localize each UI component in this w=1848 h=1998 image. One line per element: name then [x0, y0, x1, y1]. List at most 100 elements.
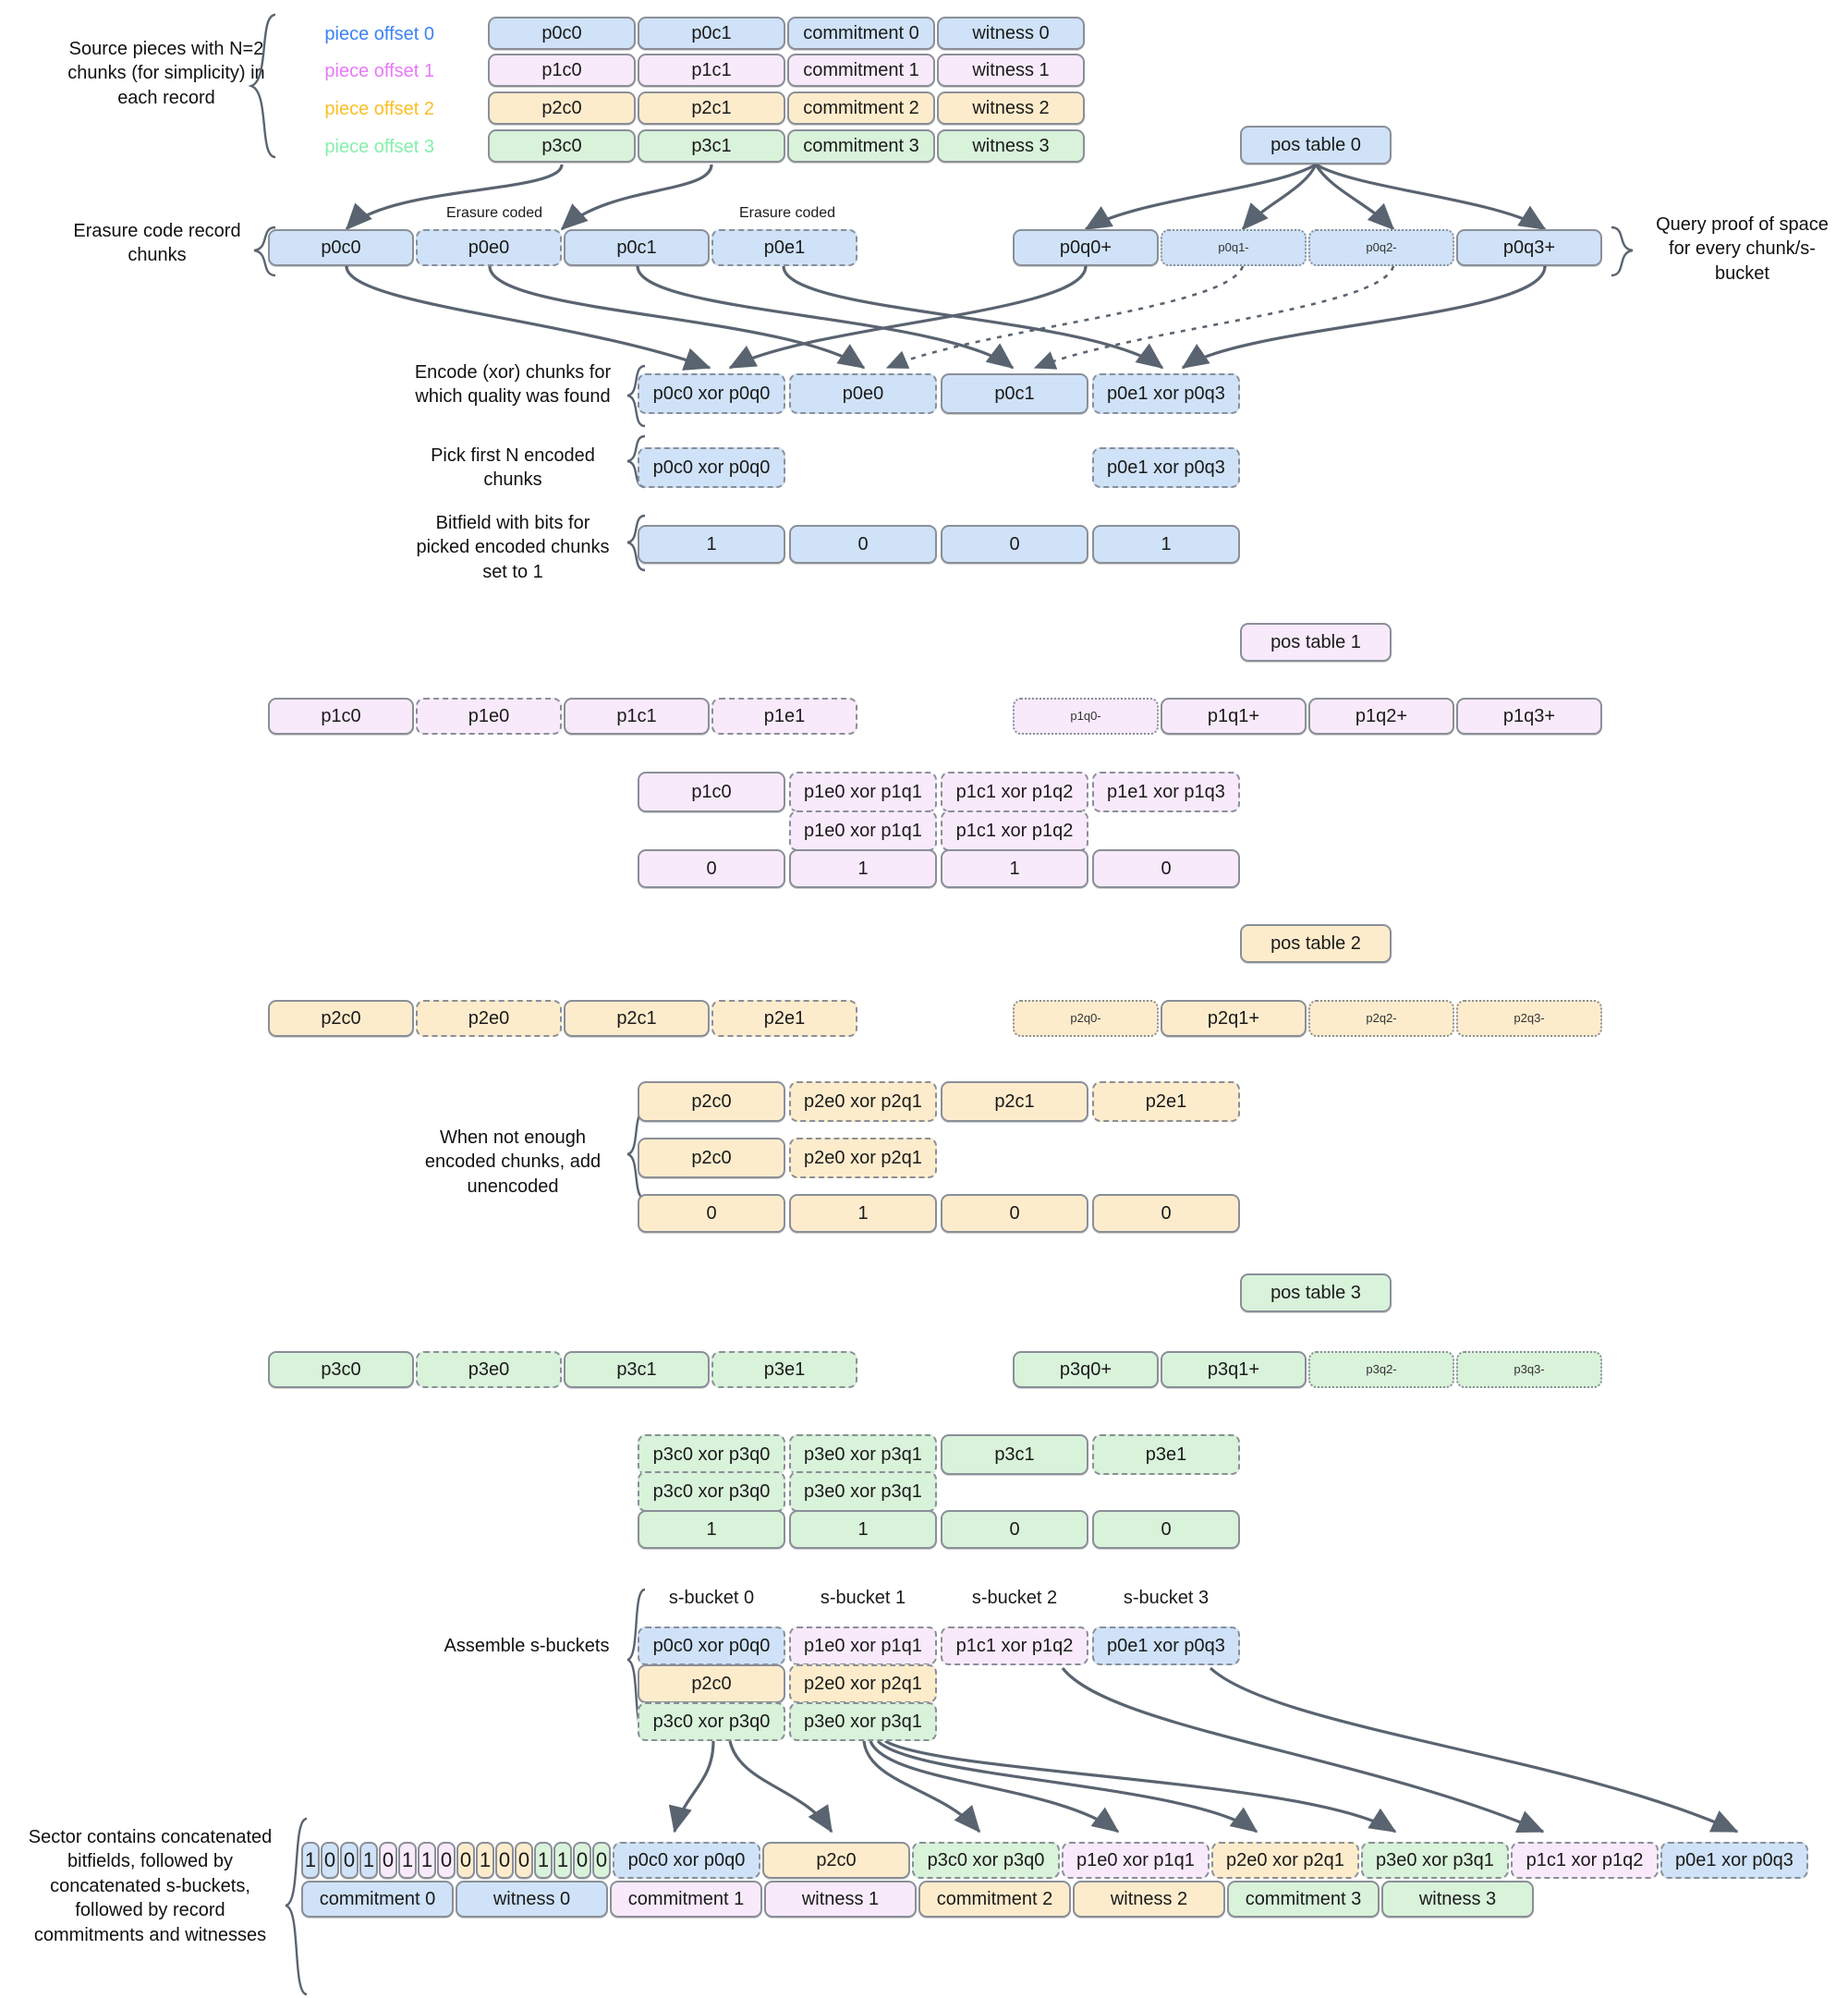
sector-tail-cell: commitment 3	[1227, 1881, 1380, 1918]
bitfield-bit: 0	[941, 1194, 1088, 1233]
picked-chunk: p3e0 xor p3q1	[789, 1471, 937, 1512]
picked-chunk: p1c1 xor p1q2	[941, 810, 1088, 851]
record-cell: commitment 2	[787, 91, 935, 125]
erasure-chunk: p1e1	[711, 698, 857, 735]
sector-bit: 1	[301, 1842, 320, 1879]
encoded-chunk: p3e0 xor p3q1	[789, 1434, 937, 1475]
erasure-coded-note: Erasure coded	[445, 205, 543, 221]
record-cell: p1c0	[488, 54, 636, 87]
encoded-chunk: p3c0 xor p3q0	[638, 1434, 785, 1475]
bitfield-bit: 0	[1092, 849, 1240, 888]
sector-bit: 0	[321, 1842, 339, 1879]
piece-offset-label-2: piece offset 2	[324, 99, 434, 119]
record-cell: commitment 1	[787, 54, 935, 87]
bitfield-bit: 1	[638, 525, 785, 564]
label-encode-xor: Encode (xor) chunks for which quality wa…	[414, 362, 612, 408]
sector-bit: 0	[340, 1842, 359, 1879]
sector-bit: 1	[418, 1842, 436, 1879]
record-cell: p0c1	[638, 17, 785, 50]
sector-bit: 1	[398, 1842, 417, 1879]
picked-chunk: p0c0 xor p0q0	[638, 447, 785, 488]
bitfield-bit: 1	[638, 1510, 785, 1549]
s-bucket-cell: p1c1 xor p1q2	[941, 1626, 1088, 1665]
label-assemble-s-buckets: Assemble s-buckets	[444, 1636, 610, 1656]
label-query-proof-of-space: Query proof of space for every chunk/s-b…	[1656, 214, 1829, 284]
encoded-chunk: p0c0 xor p0q0	[638, 373, 785, 414]
bitfield-bit: 1	[789, 1510, 937, 1549]
record-cell: commitment 0	[787, 17, 935, 50]
encoded-chunk: p3e1	[1092, 1434, 1240, 1475]
quality-chunk: p1q2+	[1308, 698, 1454, 735]
s-bucket-cell: p0c0 xor p0q0	[638, 1626, 785, 1665]
s-bucket-header: s-bucket 1	[820, 1588, 906, 1608]
quality-chunk: p3q0+	[1013, 1351, 1159, 1388]
piece-offset-label-3: piece offset 3	[324, 137, 434, 157]
quality-chunk: p1q0-	[1013, 698, 1159, 735]
sector-bit: 0	[456, 1842, 475, 1879]
erasure-chunk: p3e0	[416, 1351, 562, 1388]
sector-bit: 1	[553, 1842, 572, 1879]
picked-chunk: p2e0 xor p2q1	[789, 1138, 937, 1178]
quality-chunk: p2q3-	[1456, 1000, 1602, 1037]
encoded-chunk: p0e1 xor p0q3	[1092, 373, 1240, 414]
record-cell: p2c1	[638, 91, 785, 125]
sector-bit: 1	[534, 1842, 553, 1879]
quality-chunk: p3q2-	[1308, 1351, 1454, 1388]
erasure-chunk: p2e0	[416, 1000, 562, 1037]
bitfield-bit: 1	[789, 1194, 937, 1233]
s-bucket-cell: p3e0 xor p3q1	[789, 1702, 937, 1741]
sector-tail-cell: witness 2	[1073, 1881, 1225, 1918]
erasure-chunk: p1c0	[268, 698, 414, 735]
s-bucket-cell: p2c0	[638, 1664, 785, 1703]
quality-chunk: p0q3+	[1456, 229, 1602, 266]
sector-tail-cell: witness 1	[764, 1881, 917, 1918]
bitfield-bit: 1	[941, 849, 1088, 888]
record-cell: witness 1	[937, 54, 1085, 87]
label-sector-contains: Sector contains concatenated bitfields, …	[28, 1827, 273, 1945]
sector-chunk: p1c1 xor p1q2	[1511, 1842, 1659, 1879]
sector-bit: 1	[359, 1842, 378, 1879]
record-cell: p3c1	[638, 129, 785, 163]
label-pick-first-n: Pick first N encoded chunks	[431, 445, 595, 491]
label-erasure-code-record-chunks: Erasure code record chunks	[73, 221, 241, 266]
bitfield-bit: 0	[789, 525, 937, 564]
s-bucket-header: s-bucket 3	[1123, 1588, 1210, 1608]
sector-bit: 1	[476, 1842, 494, 1879]
record-cell: witness 0	[937, 17, 1085, 50]
erasure-coded-note: Erasure coded	[738, 205, 836, 221]
record-cell: p0c0	[488, 17, 636, 50]
record-cell: witness 2	[937, 91, 1085, 125]
picked-chunk: p2c0	[638, 1138, 785, 1178]
erasure-chunk: p0e0	[416, 229, 562, 266]
s-bucket-cell: p2e0 xor p2q1	[789, 1664, 937, 1703]
quality-chunk: p2q1+	[1161, 1000, 1307, 1037]
sector-tail-cell: witness 0	[456, 1881, 608, 1918]
pos-table-3: pos table 3	[1240, 1273, 1392, 1312]
quality-chunk: p2q0-	[1013, 1000, 1159, 1037]
pos-table-1: pos table 1	[1240, 623, 1392, 662]
encoded-chunk: p1e1 xor p1q3	[1092, 772, 1240, 812]
sector-chunk: p0c0 xor p0q0	[613, 1842, 760, 1879]
record-cell: commitment 3	[787, 129, 935, 163]
sector-chunk: p2e0 xor p2q1	[1211, 1842, 1359, 1879]
quality-chunk: p3q3-	[1456, 1351, 1602, 1388]
encoded-chunk: p1e0 xor p1q1	[789, 772, 937, 812]
bitfield-bit: 1	[789, 849, 937, 888]
picked-chunk: p1e0 xor p1q1	[789, 810, 937, 851]
label-bitfield: Bitfield with bits for picked encoded ch…	[416, 513, 610, 582]
bitfield-bit: 0	[638, 1194, 785, 1233]
erasure-chunk: p3c1	[564, 1351, 710, 1388]
s-bucket-header: s-bucket 2	[971, 1588, 1058, 1608]
quality-chunk: p1q1+	[1161, 698, 1307, 735]
sector-tail-cell: witness 3	[1381, 1881, 1534, 1918]
encoded-chunk: p0c1	[941, 373, 1088, 414]
encoded-chunk: p2c1	[941, 1081, 1088, 1122]
encoded-chunk: p1c0	[638, 772, 785, 812]
s-bucket-cell: p3c0 xor p3q0	[638, 1702, 785, 1741]
encoded-chunk: p3c1	[941, 1434, 1088, 1475]
brace-query-pos	[1611, 225, 1634, 277]
record-cell: p2c0	[488, 91, 636, 125]
record-cell: p3c0	[488, 129, 636, 163]
brace-source-pieces	[248, 13, 276, 159]
encoded-chunk: p1c1 xor p1q2	[941, 772, 1088, 812]
